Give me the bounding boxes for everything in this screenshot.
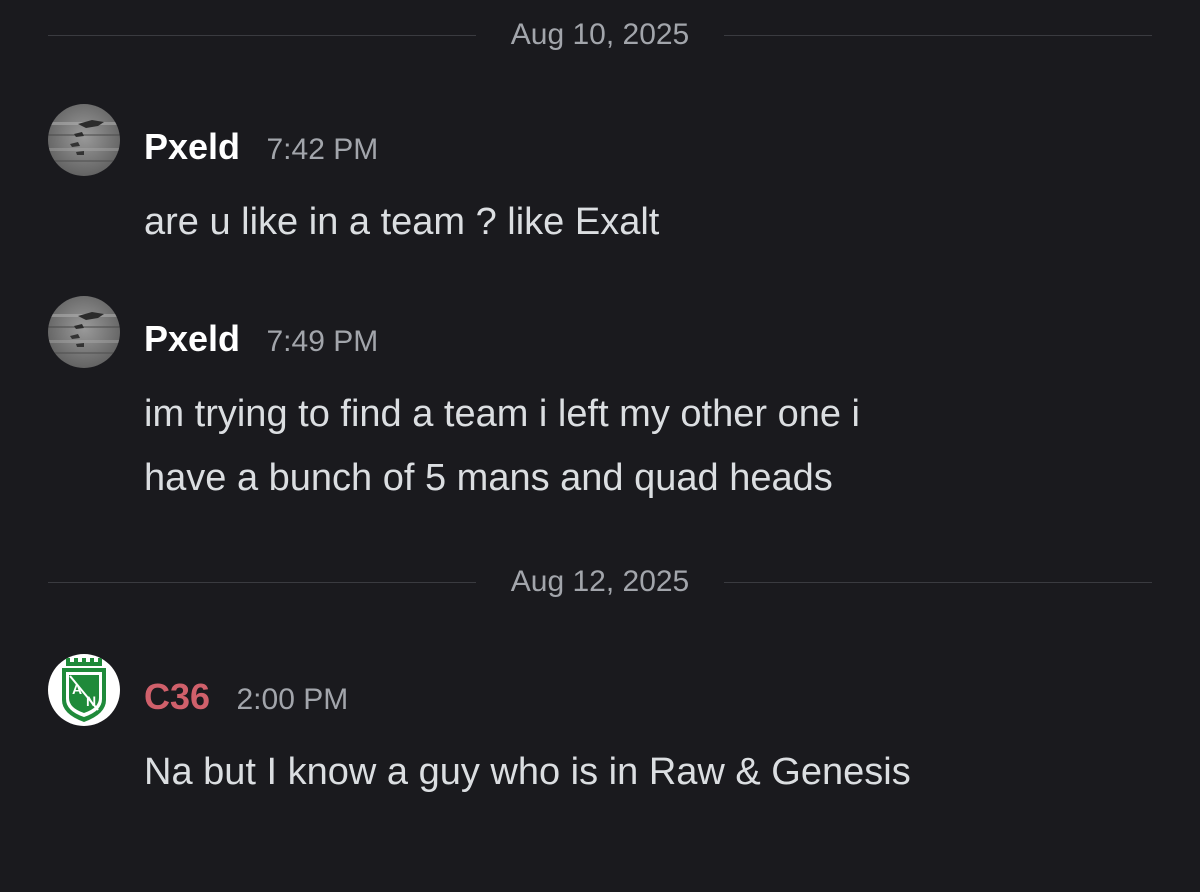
message-content: im trying to find a team i left my other… (144, 382, 1144, 510)
avatar-pxeld[interactable] (48, 296, 120, 368)
message-line: Na but I know a guy who is in Raw & Gene… (144, 751, 911, 793)
message-content: are u like in a team ? like Exalt (144, 190, 1144, 254)
grey-textured-avatar-icon (48, 104, 120, 176)
message-item[interactable]: Pxeld 7:42 PM are u like in a team ? lik… (48, 104, 1152, 244)
timestamp: 7:49 PM (266, 325, 379, 358)
club-crest-avatar-icon: A N (48, 654, 120, 726)
message-header: Pxeld 7:49 PM (144, 318, 378, 362)
message-line: are u like in a team ? like Exalt (144, 201, 660, 243)
message-line: have a bunch of 5 mans and quad heads (144, 457, 833, 499)
message-header: Pxeld 7:42 PM (144, 126, 378, 170)
svg-text:A: A (72, 681, 82, 697)
message-item[interactable]: Pxeld 7:49 PM im trying to find a team i… (48, 296, 1152, 506)
grey-textured-avatar-icon (48, 296, 120, 368)
svg-text:N: N (86, 693, 96, 709)
avatar-c36[interactable]: A N (48, 654, 120, 726)
divider-line-left (48, 35, 476, 36)
divider-line-left (48, 582, 476, 583)
divider-line-right (724, 35, 1152, 36)
timestamp: 2:00 PM (236, 683, 349, 716)
username[interactable]: Pxeld (144, 318, 240, 359)
message-content: Na but I know a guy who is in Raw & Gene… (144, 740, 1144, 804)
divider-date: Aug 12, 2025 (510, 565, 690, 598)
username[interactable]: Pxeld (144, 126, 240, 167)
message-item[interactable]: A N C36 2:00 PM Na but I know a guy who … (48, 654, 1152, 804)
divider-line-right (724, 582, 1152, 583)
timestamp: 7:42 PM (266, 133, 379, 166)
message-line: im trying to find a team i left my other… (144, 393, 860, 435)
chat-message-list[interactable]: Aug 10, 2025 Pxeld 7:42 PM are u like in… (0, 0, 1200, 892)
message-header: C36 2:00 PM (144, 676, 348, 720)
avatar-pxeld[interactable] (48, 104, 120, 176)
divider-date: Aug 10, 2025 (510, 18, 690, 51)
username[interactable]: C36 (144, 676, 210, 717)
